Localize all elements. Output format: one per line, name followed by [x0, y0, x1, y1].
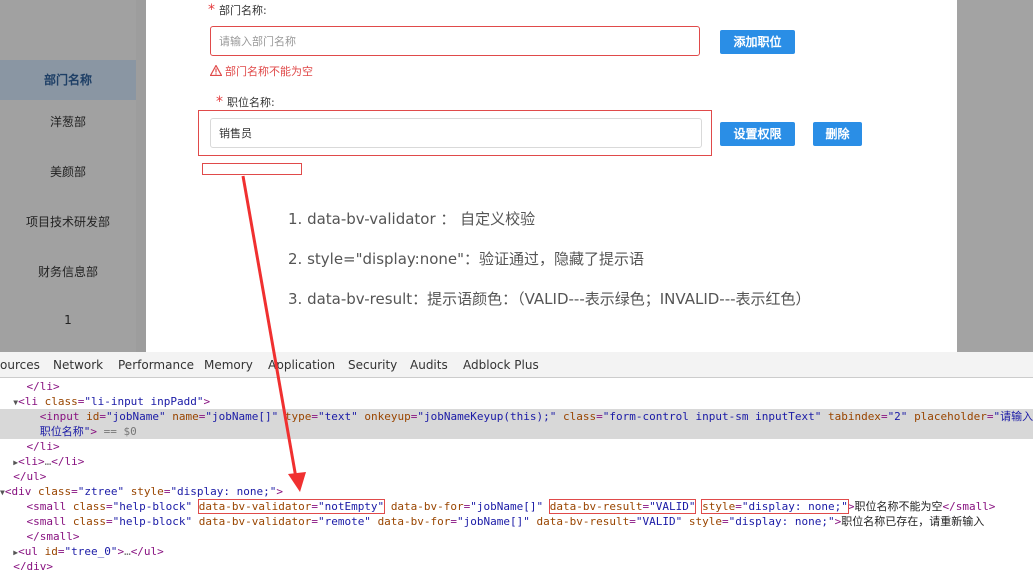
required-star-icon: * — [208, 2, 215, 18]
code-line[interactable]: <small class="help-block" data-bv-valida… — [0, 499, 1033, 514]
add-job-button[interactable]: 添加职位 — [720, 30, 795, 54]
code-line[interactable]: ▼<li class="li-input inpPadd"> — [0, 394, 1033, 409]
delete-button[interactable]: 删除 — [813, 122, 862, 146]
sidebar-item-dept[interactable]: 洋葱部 — [0, 113, 136, 130]
code-line[interactable]: </li> — [0, 379, 1033, 394]
overlay-backdrop — [957, 0, 1033, 352]
sidebar-item-dept[interactable]: 1 — [0, 313, 136, 327]
code-line[interactable]: <small class="help-block" data-bv-valida… — [0, 514, 1033, 529]
sidebar-item-dept[interactable]: 美颜部 — [0, 163, 136, 180]
code-line[interactable]: ▶<li>…</li> — [0, 454, 1033, 469]
tab-adblock-plus[interactable]: Adblock Plus — [463, 352, 539, 378]
code-line[interactable]: ▼<div class="ztree" style="display: none… — [0, 484, 1033, 499]
dept-error-message: 部门名称不能为空 — [210, 63, 313, 79]
tab-performance[interactable]: Performance — [118, 352, 194, 378]
job-name-input[interactable] — [210, 118, 702, 148]
dept-name-input[interactable] — [210, 26, 700, 56]
code-line[interactable]: </small> — [0, 529, 1033, 544]
app-area: 部门名称 洋葱部 美颜部 项目技术研发部 财务信息部 1 *部门名称: 添加职位… — [0, 0, 1033, 352]
tab-network[interactable]: Network — [53, 352, 103, 378]
tab-application[interactable]: Application — [268, 352, 335, 378]
job-name-label: * 职位名称: — [216, 94, 275, 110]
code-line[interactable]: </ul> — [0, 469, 1033, 484]
set-permission-button[interactable]: 设置权限 — [720, 122, 795, 146]
note-line: 2. style="display:none"：验证通过，隐藏了提示语 — [288, 250, 645, 268]
required-star-icon: * — [216, 94, 223, 110]
note-line: 1. data-bv-validator ： 自定义校验 — [288, 210, 536, 228]
devtools-panel: ources Network Performance Memory Applic… — [0, 352, 1033, 570]
tab-memory[interactable]: Memory — [204, 352, 253, 378]
department-sidebar: 部门名称 洋葱部 美颜部 项目技术研发部 财务信息部 1 — [0, 0, 136, 352]
sidebar-header: 部门名称 — [0, 60, 136, 100]
code-line[interactable]: ▶<ul id="tree_0">…</ul> — [0, 544, 1033, 559]
highlight-result: data-bv-result="VALID" — [548, 499, 697, 514]
dept-name-label: * 部门名称: — [208, 2, 267, 18]
warning-icon — [210, 65, 222, 76]
elements-tree: </li> ▼<li class="li-input inpPadd"> <in… — [0, 379, 1033, 570]
note-line: 3. data-bv-result：提示语颜色：（VALID---表示绿色；IN… — [288, 290, 811, 308]
highlight-validator: data-bv-validator="notEmpty" — [197, 499, 386, 514]
tab-sources[interactable]: ources — [0, 352, 40, 378]
code-line[interactable]: </div> — [0, 559, 1033, 570]
annotation-small-box — [202, 163, 302, 175]
highlight-style: style="display: none;" — [701, 499, 849, 514]
code-line-selected[interactable]: <input id="jobName" name="jobName[]" typ… — [0, 409, 1033, 424]
tab-security[interactable]: Security — [348, 352, 397, 378]
devtools-tabbar: ources Network Performance Memory Applic… — [0, 352, 1033, 378]
sidebar-item-dept[interactable]: 项目技术研发部 — [0, 213, 136, 230]
tab-audits[interactable]: Audits — [410, 352, 448, 378]
code-line-selected-cont[interactable]: 职位名称"> == $0 — [0, 424, 1033, 439]
sidebar-item-dept[interactable]: 财务信息部 — [0, 263, 136, 280]
code-line[interactable]: </li> — [0, 439, 1033, 454]
